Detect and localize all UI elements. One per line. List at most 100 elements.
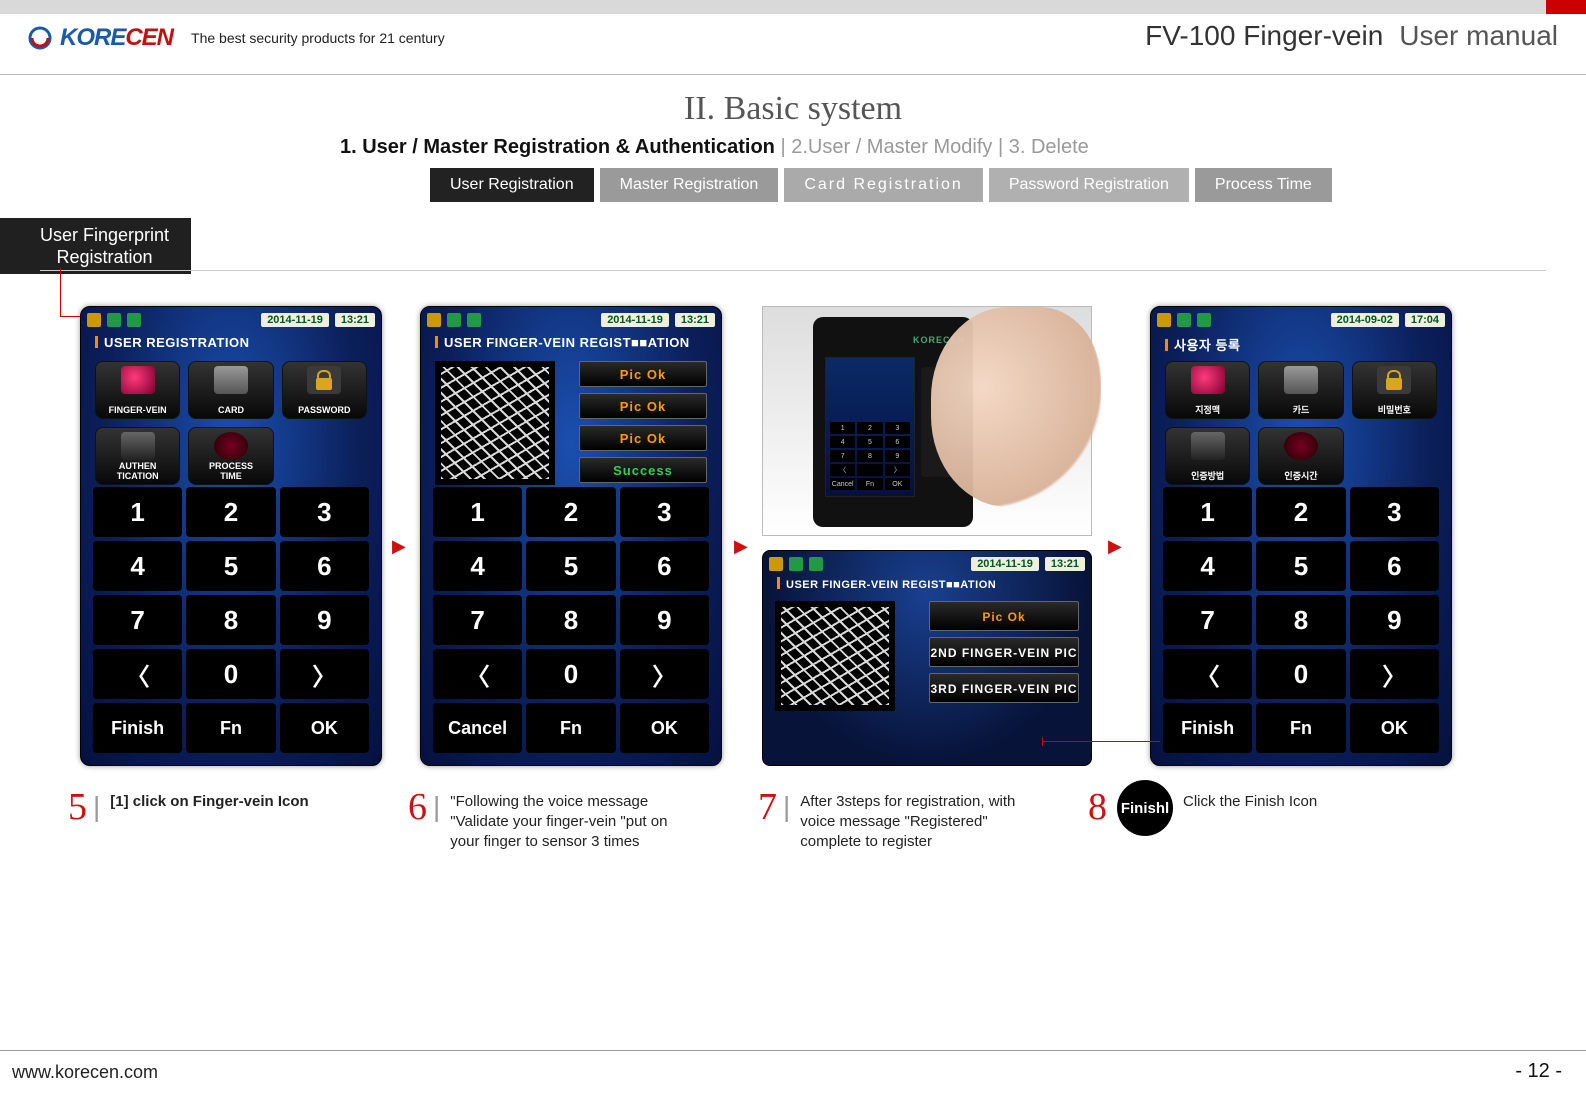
page-title: II. Basic system xyxy=(0,90,1586,128)
hand-illustration xyxy=(931,307,1101,507)
finger-vein-button[interactable]: FINGER-VEIN xyxy=(95,361,180,419)
key-cancel[interactable]: Cancel xyxy=(433,703,522,753)
key-right[interactable]: 〉 xyxy=(1350,649,1439,699)
battery-icon xyxy=(467,313,481,327)
key-5[interactable]: 5 xyxy=(186,541,275,591)
step-number: 5 xyxy=(68,792,87,822)
step-text: Click the Finish Icon xyxy=(1183,792,1317,812)
signal-icon xyxy=(107,313,121,327)
key-right[interactable]: 〉 xyxy=(280,649,369,699)
key-8[interactable]: 8 xyxy=(526,595,615,645)
key-6[interactable]: 6 xyxy=(1350,541,1439,591)
key-ok[interactable]: OK xyxy=(1350,703,1439,753)
device-screen-1: 2014-11-19 13:21 USER REGISTRATION FINGE… xyxy=(80,306,382,766)
card-button[interactable]: 카드 xyxy=(1258,361,1343,419)
breadcrumb-item: 3. Delete xyxy=(1009,136,1089,158)
key-7[interactable]: 7 xyxy=(1163,595,1252,645)
logo-swirl-icon xyxy=(28,26,52,50)
key-3[interactable]: 3 xyxy=(280,487,369,537)
password-button[interactable]: PASSWORD xyxy=(282,361,367,419)
tab-master-registration[interactable]: Master Registration xyxy=(600,168,779,202)
key-2[interactable]: 2 xyxy=(186,487,275,537)
card-button[interactable]: CARD xyxy=(188,361,273,419)
key-9[interactable]: 9 xyxy=(280,595,369,645)
process-time-button[interactable]: PROCESSTIME xyxy=(188,427,273,485)
key-3[interactable]: 3 xyxy=(1350,487,1439,537)
keypad: 123 456 789 〈0〉 FinishFnOK xyxy=(93,487,369,753)
key-finish[interactable]: Finish xyxy=(93,703,182,753)
clock-icon xyxy=(214,432,248,460)
key-1[interactable]: 1 xyxy=(433,487,522,537)
key-5[interactable]: 5 xyxy=(526,541,615,591)
key-0[interactable]: 0 xyxy=(186,649,275,699)
key-8[interactable]: 8 xyxy=(186,595,275,645)
key-left[interactable]: 〈 xyxy=(93,649,182,699)
card-icon xyxy=(214,366,248,394)
key-4[interactable]: 4 xyxy=(93,541,182,591)
key-ok[interactable]: OK xyxy=(280,703,369,753)
key-0[interactable]: 0 xyxy=(1256,649,1345,699)
authentication-button[interactable]: AUTHENTICATION xyxy=(95,427,180,485)
process-time-button[interactable]: 인증시간 xyxy=(1258,427,1343,485)
signal-icon xyxy=(447,313,461,327)
tab-password-registration[interactable]: Password Registration xyxy=(989,168,1189,202)
key-2[interactable]: 2 xyxy=(526,487,615,537)
device-screen-3: 2014-11-19 13:21 USER FINGER-VEIN REGIST… xyxy=(762,550,1092,766)
step-6: 6| "Following the voice message "Validat… xyxy=(408,792,690,852)
status-date: 2014-11-19 xyxy=(601,313,669,327)
key-4[interactable]: 4 xyxy=(433,541,522,591)
status-bar: 2014-11-19 13:21 xyxy=(427,311,715,329)
key-finish[interactable]: Finish xyxy=(1163,703,1252,753)
screen-title: 사용자 등록 xyxy=(1165,335,1240,354)
bell-icon xyxy=(769,557,783,571)
keypad: 123 456 789 〈0〉 FinishFnOK xyxy=(1163,487,1439,753)
key-9[interactable]: 9 xyxy=(620,595,709,645)
key-4[interactable]: 4 xyxy=(1163,541,1252,591)
key-1[interactable]: 1 xyxy=(1163,487,1252,537)
bell-icon xyxy=(427,313,441,327)
password-button[interactable]: 비밀번호 xyxy=(1352,361,1437,419)
key-9[interactable]: 9 xyxy=(1350,595,1439,645)
key-6[interactable]: 6 xyxy=(620,541,709,591)
brand-tagline: The best security products for 21 centur… xyxy=(191,30,445,46)
header-divider xyxy=(0,74,1586,75)
tab-process-time[interactable]: Process Time xyxy=(1195,168,1332,202)
battery-icon xyxy=(1197,313,1211,327)
battery-icon xyxy=(127,313,141,327)
key-fn[interactable]: Fn xyxy=(186,703,275,753)
key-left[interactable]: 〈 xyxy=(433,649,522,699)
arrow-right-icon: ▶ xyxy=(1108,536,1122,557)
key-7[interactable]: 7 xyxy=(433,595,522,645)
bell-icon xyxy=(87,313,101,327)
key-1[interactable]: 1 xyxy=(93,487,182,537)
key-3[interactable]: 3 xyxy=(620,487,709,537)
device-screen-4: 2014-09-02 17:04 사용자 등록 지정맥 카드 비밀번호 인증방법… xyxy=(1150,306,1452,766)
tab-user-registration[interactable]: User Registration xyxy=(430,168,594,202)
finger-vein-button[interactable]: 지정맥 xyxy=(1165,361,1250,419)
key-5[interactable]: 5 xyxy=(1256,541,1345,591)
key-left[interactable]: 〈 xyxy=(1163,649,1252,699)
step-text: [1] click on Finger-vein Icon xyxy=(110,792,308,812)
arrow-right-icon: ▶ xyxy=(392,536,406,557)
battery-icon xyxy=(809,557,823,571)
clock-icon xyxy=(1284,432,1318,460)
brand-text-red: CEN xyxy=(125,24,173,51)
key-0[interactable]: 0 xyxy=(526,649,615,699)
key-6[interactable]: 6 xyxy=(280,541,369,591)
key-ok[interactable]: OK xyxy=(620,703,709,753)
pointer-line xyxy=(1042,741,1160,742)
key-fn[interactable]: Fn xyxy=(526,703,615,753)
pointer-tip xyxy=(1042,737,1043,746)
key-fn[interactable]: Fn xyxy=(1256,703,1345,753)
card-icon xyxy=(1284,366,1318,394)
key-8[interactable]: 8 xyxy=(1256,595,1345,645)
key-7[interactable]: 7 xyxy=(93,595,182,645)
status-pic-ok: Pic Ok xyxy=(929,601,1079,631)
key-right[interactable]: 〉 xyxy=(620,649,709,699)
key-2[interactable]: 2 xyxy=(1256,487,1345,537)
status-3rd-pic: 3RD FINGER-VEIN PIC xyxy=(929,673,1079,703)
status-2nd-pic: 2ND FINGER-VEIN PIC xyxy=(929,637,1079,667)
authentication-button[interactable]: 인증방법 xyxy=(1165,427,1250,485)
footer-url: www.korecen.com xyxy=(12,1062,158,1083)
tab-card-registration[interactable]: Card Registration xyxy=(784,168,983,202)
